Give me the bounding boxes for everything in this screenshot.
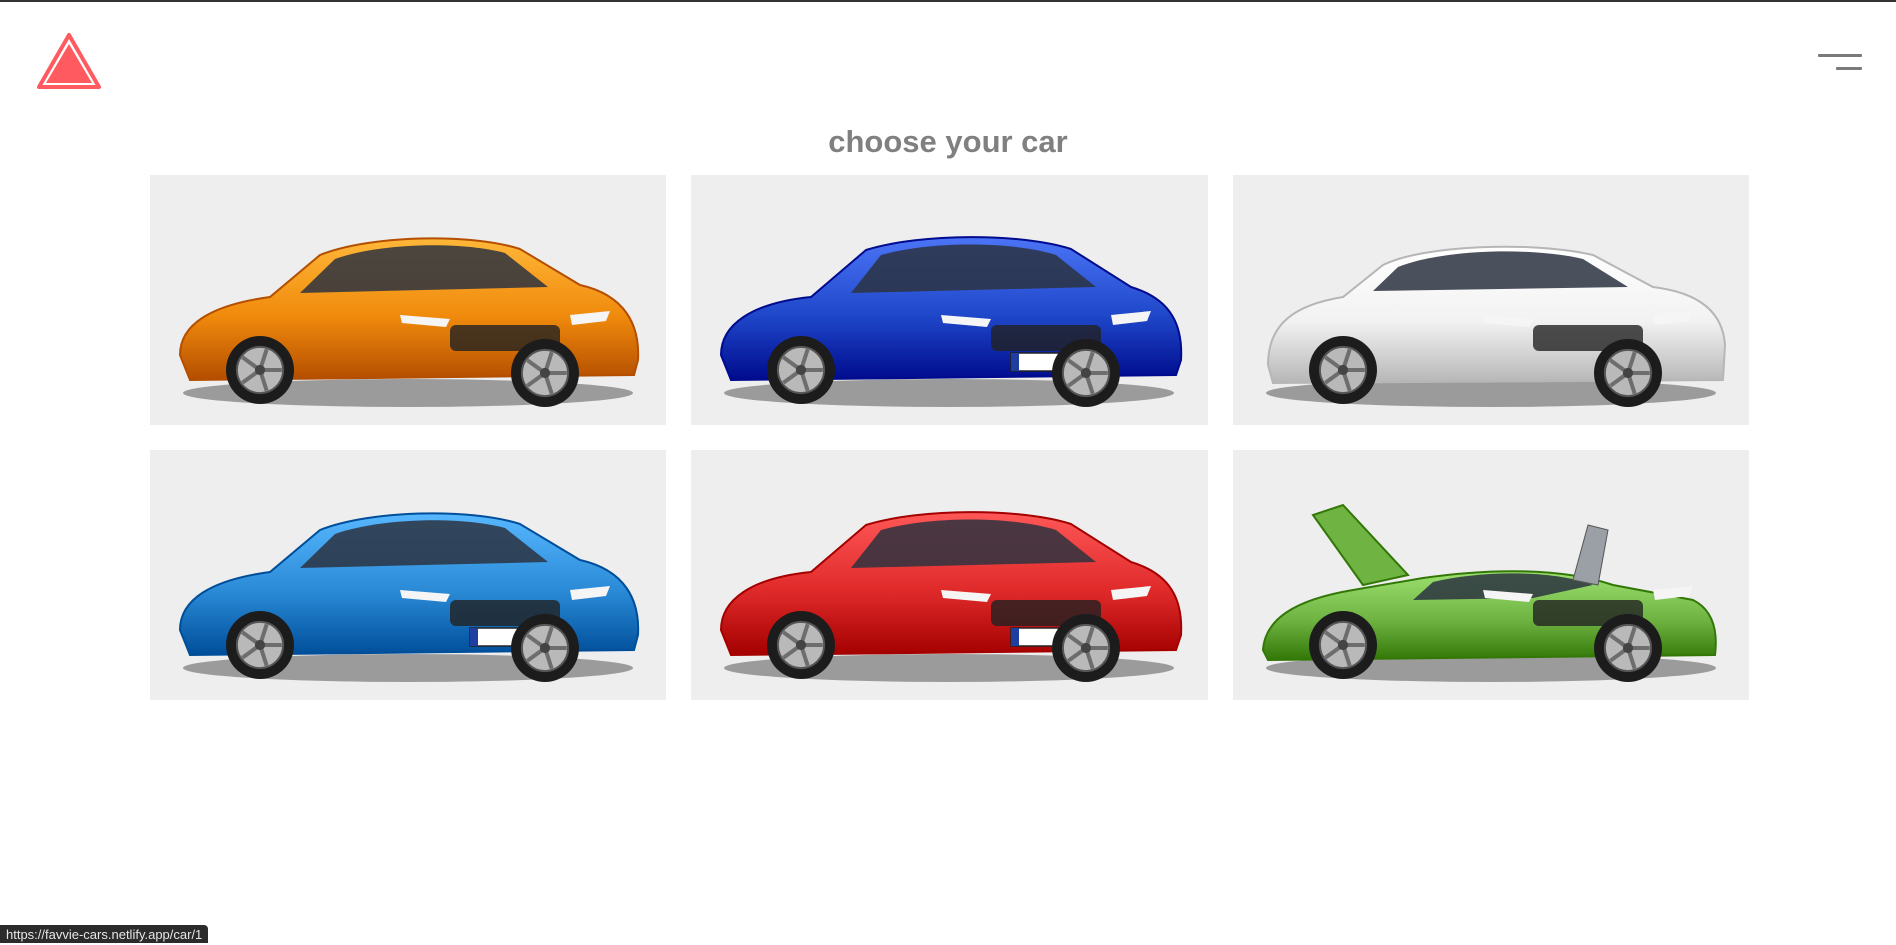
car-image-5 [719,511,1183,682]
menu-bar-top [1818,54,1862,57]
car-image-4 [178,512,640,682]
car-card-1[interactable] [150,175,666,425]
top-border [0,0,1896,2]
car-card-5[interactable] [691,450,1208,700]
hamburger-menu-icon[interactable] [1812,50,1862,76]
car-image-2 [719,236,1183,407]
car-image-6 [1261,503,1717,682]
car-card-3[interactable] [1233,175,1749,425]
car-image-1 [178,237,640,407]
menu-bar-bottom [1836,67,1862,70]
car-grid [150,175,1750,700]
page-title: choose your car [828,124,1068,159]
car-image-3 [1266,245,1727,407]
car-card-2[interactable] [691,175,1208,425]
car-card-6[interactable] [1233,450,1749,700]
car-card-4[interactable] [150,450,666,700]
link-url-tooltip: https://favvie-cars.netlify.app/car/1 [0,925,209,943]
triangle-logo-icon[interactable] [36,32,102,90]
